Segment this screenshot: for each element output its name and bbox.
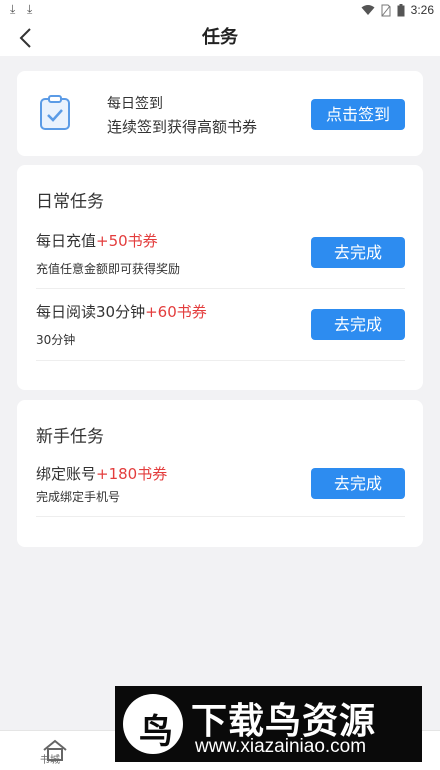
- daily-tasks-card: 日常任务 每日充值+50书券 充值任意金额即可获得奖励 去完成 每日阅读30分钟…: [17, 165, 423, 390]
- daily-tasks-title: 日常任务: [36, 192, 104, 212]
- bottom-nav-home-label[interactable]: 书城: [40, 751, 60, 766]
- task-description: 30分钟: [36, 333, 76, 347]
- complete-reading-button[interactable]: 去完成: [311, 309, 405, 340]
- task-reward: +180书券: [96, 465, 168, 483]
- divider: [36, 516, 405, 517]
- watermark-url: www.xiazainiao.com: [195, 736, 367, 757]
- task-name: 绑定账号+180书券: [36, 463, 167, 484]
- checkin-subtitle: 连续签到获得高额书券: [107, 118, 258, 136]
- newbie-tasks-card: 新手任务 绑定账号+180书券 完成绑定手机号 去完成: [17, 400, 423, 547]
- checkin-card: 每日签到 连续签到获得高额书券 点击签到: [17, 71, 423, 156]
- download-icon: ⤓: [10, 2, 16, 16]
- task-name: 每日阅读30分钟+60书券: [36, 301, 207, 322]
- checkin-title: 每日签到: [107, 96, 163, 112]
- task-name-label: 绑定账号: [36, 465, 97, 483]
- task-name-label: 每日阅读30分钟: [36, 303, 146, 321]
- page-title: 任务: [202, 27, 238, 48]
- task-reward: +60书券: [145, 303, 207, 321]
- battery-icon: [397, 3, 405, 16]
- task-name: 每日充值+50书券: [36, 230, 158, 251]
- wifi-icon: [361, 5, 375, 15]
- newbie-tasks-title: 新手任务: [36, 427, 104, 447]
- task-reward: +50书券: [96, 232, 158, 250]
- task-name-label: 每日充值: [36, 232, 97, 250]
- status-bar: ⤓ ⤓ 3:26: [0, 0, 440, 20]
- divider: [36, 360, 405, 361]
- download-icon: ⤓: [27, 2, 33, 16]
- complete-bind-account-button[interactable]: 去完成: [311, 468, 405, 499]
- task-description: 充值任意金额即可获得奖励: [36, 262, 181, 276]
- watermark-logo-icon: 鸟: [123, 694, 183, 754]
- watermark-banner: 鸟 下载鸟资源 www.xiazainiao.com: [115, 686, 422, 762]
- status-time: 3:26: [410, 3, 434, 17]
- clipboard-check-icon: [40, 95, 70, 130]
- no-sim-icon: [381, 4, 391, 16]
- checkin-button[interactable]: 点击签到: [311, 99, 405, 130]
- divider: [36, 288, 405, 289]
- task-description: 完成绑定手机号: [36, 490, 121, 504]
- top-nav-bar: 任务: [0, 20, 440, 56]
- complete-recharge-button[interactable]: 去完成: [311, 237, 405, 268]
